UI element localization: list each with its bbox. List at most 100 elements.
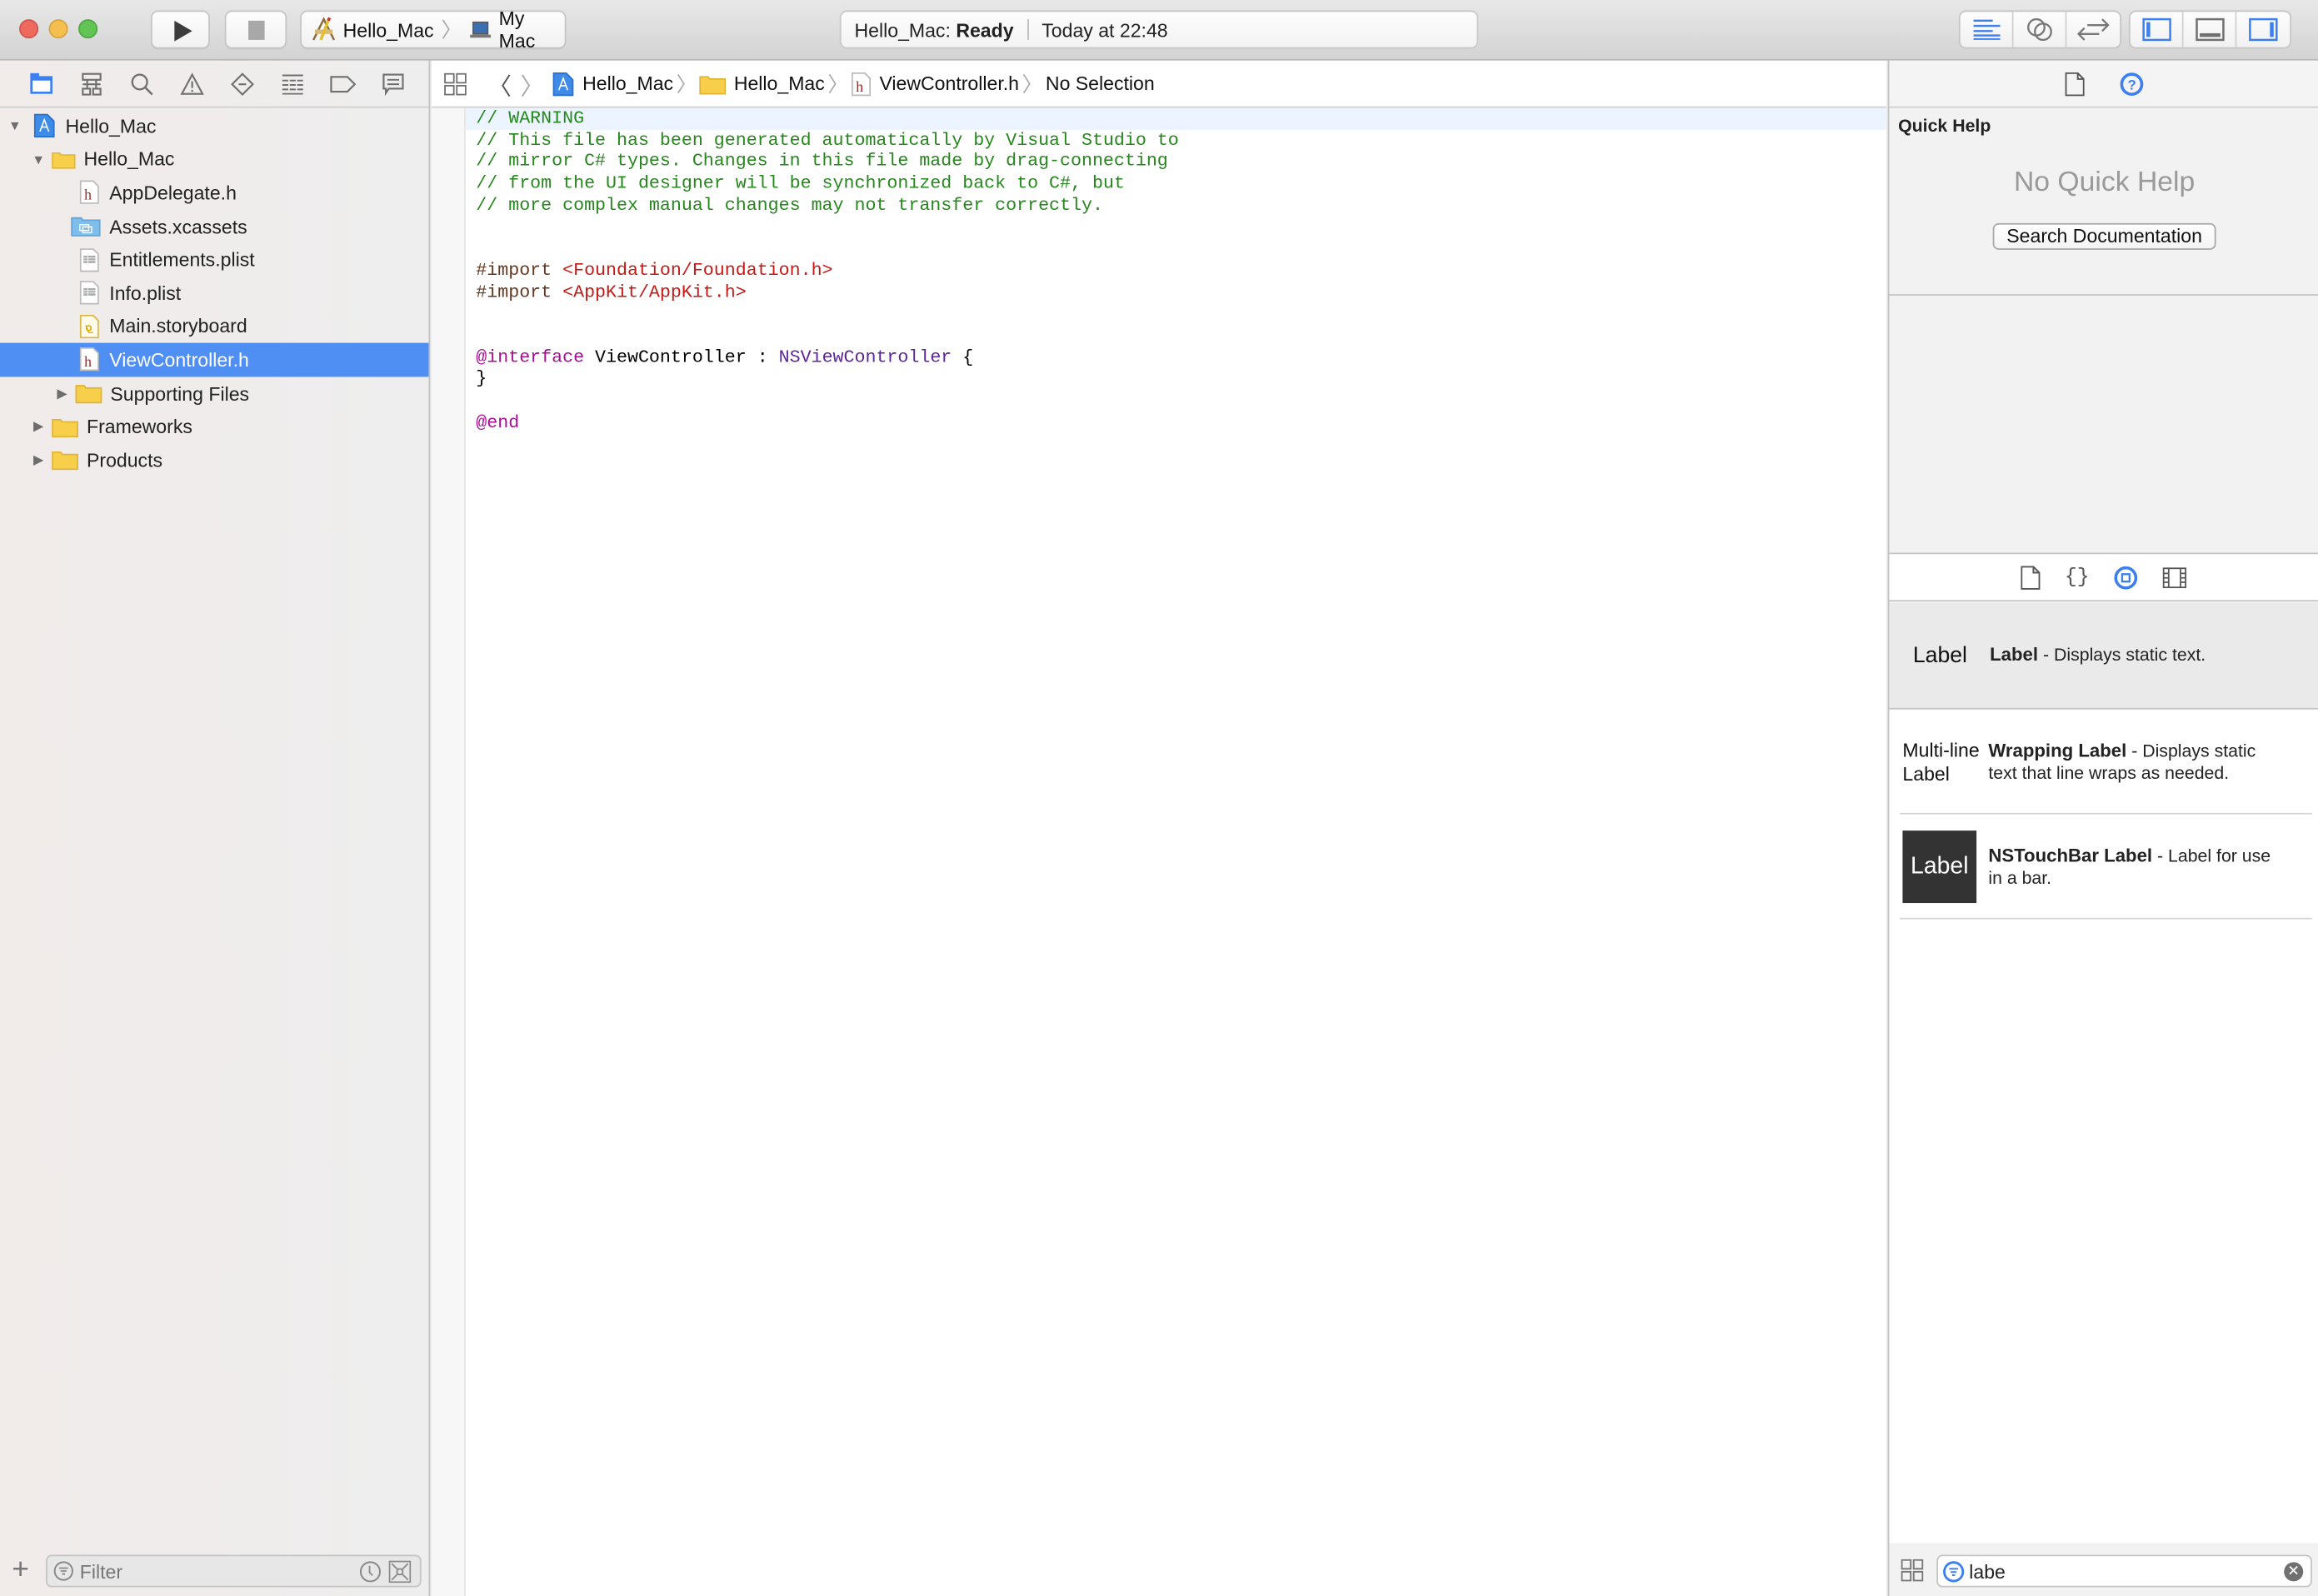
back-button[interactable]: 〈 xyxy=(487,66,511,102)
search-documentation-button[interactable]: Search Documentation xyxy=(1992,222,2216,250)
tree-item-file[interactable]: Info.plist xyxy=(0,277,429,310)
divider xyxy=(1899,917,2312,920)
disclosure-collapsed-icon[interactable]: ▶ xyxy=(31,451,46,468)
tree-item-group[interactable]: ▶ Supporting Files xyxy=(0,377,429,410)
library-item-touchbar-label[interactable]: Label NSTouchBar Label - Label for use i… xyxy=(1889,815,2318,920)
tab-project-navigator[interactable] xyxy=(27,69,56,98)
code-line[interactable]: // more complex manual changes may not t… xyxy=(476,195,1886,217)
tree-item-group[interactable]: ▶ Frameworks xyxy=(0,410,429,443)
code-line[interactable] xyxy=(476,303,1886,325)
recent-files-icon[interactable] xyxy=(359,1561,382,1584)
run-destination-label: My Mac xyxy=(498,7,536,52)
code-line[interactable]: // WARNING xyxy=(465,107,1886,130)
tab-report-navigator[interactable] xyxy=(378,69,407,98)
status-divider xyxy=(1027,19,1029,40)
object-library-list: Label Label - Displays static text. Mult… xyxy=(1889,602,2318,1544)
standard-editor-button[interactable] xyxy=(1961,12,2014,47)
tab-object-library[interactable] xyxy=(2115,565,2138,589)
close-window-button[interactable] xyxy=(19,19,39,39)
code-line[interactable]: @interface ViewController : NSViewContro… xyxy=(476,347,1886,368)
code-line[interactable]: #import <AppKit/AppKit.h> xyxy=(476,282,1886,303)
tree-item-file[interactable]: Main.storyboard xyxy=(0,310,429,343)
tab-find-navigator[interactable] xyxy=(127,69,157,98)
object-library-icon xyxy=(2115,565,2138,589)
add-file-button[interactable]: + xyxy=(12,1554,35,1584)
tab-code-snippet-library[interactable]: {} xyxy=(2065,566,2090,589)
toggle-navigator-button[interactable] xyxy=(2131,12,2184,47)
tree-item-project[interactable]: ▼ Hello_Mac xyxy=(0,109,429,142)
toggle-debug-area-button[interactable] xyxy=(2184,12,2237,47)
library-item-label[interactable]: Label Label - Displays static text. xyxy=(1889,602,2318,710)
code-token-comment: // more complex manual changes may not t… xyxy=(476,194,1103,216)
jumpbar-crumb-file[interactable]: ViewController.h xyxy=(879,72,1019,95)
forward-button[interactable]: 〉 xyxy=(521,66,544,102)
tab-issue-navigator[interactable] xyxy=(177,69,207,98)
svg-text:?: ? xyxy=(2127,76,2136,92)
code-line[interactable]: // This file has been generated automati… xyxy=(476,130,1886,152)
tab-file-inspector[interactable] xyxy=(2064,72,2084,96)
navigator-filter-field[interactable] xyxy=(46,1554,422,1588)
utilities-panel: ? Quick Help No Quick Help Search Docume… xyxy=(1887,60,2318,1596)
tree-item-group[interactable]: ▶ Products xyxy=(0,443,429,476)
jumpbar-crumb-symbol[interactable]: No Selection xyxy=(1046,72,1155,95)
tab-symbol-navigator[interactable] xyxy=(77,69,106,98)
code-line[interactable] xyxy=(476,390,1886,411)
tab-debug-navigator[interactable] xyxy=(278,69,307,98)
disclosure-collapsed-icon[interactable]: ▶ xyxy=(31,418,46,435)
library-item-thumbnail: Label xyxy=(1912,642,1967,668)
disclosure-expanded-icon[interactable]: ▼ xyxy=(7,118,22,133)
jumpbar-crumb-project[interactable]: Hello_Mac xyxy=(582,72,673,95)
chevron-right-icon: 〉 xyxy=(827,72,849,96)
code-line[interactable]: } xyxy=(476,368,1886,390)
tree-item-label: Assets.xcassets xyxy=(109,215,247,237)
run-button[interactable] xyxy=(150,10,210,49)
tree-item-label: Entitlements.plist xyxy=(109,248,255,271)
source-control-filter-icon[interactable] xyxy=(388,1560,412,1584)
library-item-wrapping-label[interactable]: Multi-line Label Wrapping Label - Displa… xyxy=(1889,710,2318,815)
disclosure-expanded-icon[interactable]: ▼ xyxy=(31,152,46,167)
library-search-field[interactable]: ✕ xyxy=(1936,1554,2312,1588)
tab-breakpoint-navigator[interactable] xyxy=(328,69,357,98)
navigator-panel-icon xyxy=(2141,17,2171,42)
code-line[interactable] xyxy=(476,325,1886,347)
tree-item-file[interactable]: Assets.xcassets xyxy=(0,210,429,243)
status-timestamp: Today at 22:48 xyxy=(1042,18,1168,41)
code-line[interactable]: #import <Foundation/Foundation.h> xyxy=(476,260,1886,282)
clear-search-icon[interactable]: ✕ xyxy=(2284,1562,2304,1582)
related-items-icon[interactable] xyxy=(443,72,467,95)
tree-item-file[interactable]: Entitlements.plist xyxy=(0,243,429,277)
minimize-window-button[interactable] xyxy=(48,19,68,39)
code-line[interactable]: @end xyxy=(476,411,1886,433)
folder-icon xyxy=(51,448,78,471)
source-editor[interactable]: // WARNING// This file has been generate… xyxy=(432,107,1886,1596)
assistant-editor-button[interactable] xyxy=(2014,12,2067,47)
code-token-comment: // from the UI designer will be synchron… xyxy=(476,172,1125,194)
library-search-input[interactable] xyxy=(1964,1559,2246,1583)
code-text[interactable]: // WARNING// This file has been generate… xyxy=(465,107,1886,434)
jumpbar-crumb-group[interactable]: Hello_Mac xyxy=(734,72,825,95)
tab-media-library[interactable] xyxy=(2163,566,2187,588)
tree-item-file[interactable]: h AppDelegate.h xyxy=(0,176,429,209)
toggle-utilities-button[interactable] xyxy=(2236,12,2290,47)
tab-quick-help-inspector[interactable]: ? xyxy=(2119,72,2143,96)
tree-item-label: Info.plist xyxy=(109,282,182,305)
version-editor-button[interactable] xyxy=(2066,12,2120,47)
tab-test-navigator[interactable] xyxy=(227,69,257,98)
code-line[interactable] xyxy=(476,238,1886,260)
code-line[interactable]: // mirror C# types. Changes in this file… xyxy=(476,152,1886,173)
disclosure-collapsed-icon[interactable]: ▶ xyxy=(55,385,70,401)
file-icon xyxy=(2064,72,2084,96)
stop-button[interactable] xyxy=(224,10,287,49)
zoom-window-button[interactable] xyxy=(78,19,98,39)
code-line[interactable] xyxy=(476,217,1886,238)
editor-gutter[interactable] xyxy=(432,107,466,1596)
tree-item-group[interactable]: ▼ Hello_Mac xyxy=(0,142,429,176)
scheme-selector[interactable]: Hello_Mac 〉 My Mac xyxy=(300,7,567,52)
code-line[interactable]: // from the UI designer will be synchron… xyxy=(476,173,1886,195)
tab-file-template-library[interactable] xyxy=(2020,565,2040,590)
project-file-icon xyxy=(32,114,56,138)
hierarchy-icon xyxy=(82,72,102,95)
tree-item-file-selected[interactable]: h ViewController.h xyxy=(0,342,429,377)
navigator-filter-input[interactable] xyxy=(73,1559,341,1583)
grid-view-icon[interactable] xyxy=(1901,1559,1924,1582)
